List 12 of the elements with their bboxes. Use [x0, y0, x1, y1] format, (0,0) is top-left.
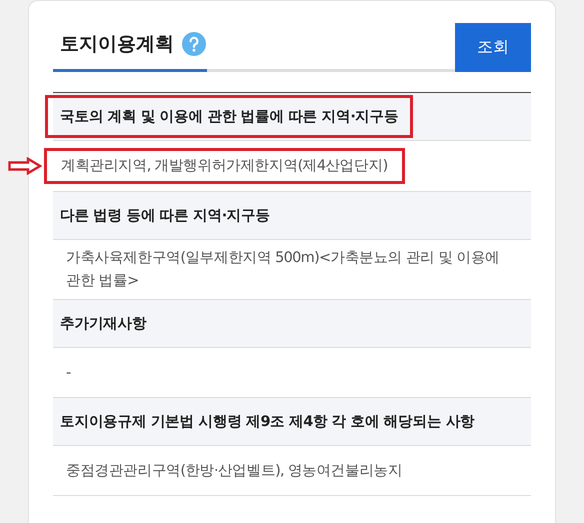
section-heading: 토지이용규제 기본법 시행령 제9조 제4항 각 호에 해당되는 사항 [60, 413, 475, 432]
section-text: - [66, 364, 71, 383]
section-heading: 국토의 계획 및 이용에 관한 법률에 따른 지역·지구등 [45, 95, 414, 138]
help-icon[interactable] [182, 32, 206, 56]
tab[interactable]: 토지이용계획 [53, 31, 207, 72]
section-heading: 다른 법령 등에 따른 지역·지구등 [60, 207, 270, 226]
section-heading: 추가기재사항 [60, 315, 146, 334]
search-button[interactable]: 조회 [455, 23, 531, 72]
section-text: 중점경관관리구역(한방·산업벨트), 영농여건불리농지 [66, 462, 402, 481]
panel-title: 토지이용계획 [60, 32, 174, 57]
section-text: 가축사육제한구역(일부제한지역 500m)<가축분뇨의 관리 및 이용에 관한 법률> [66, 249, 501, 291]
section-text: 계획관리지역, 개발행위허가제한지역(제4산업단지) [44, 148, 405, 184]
